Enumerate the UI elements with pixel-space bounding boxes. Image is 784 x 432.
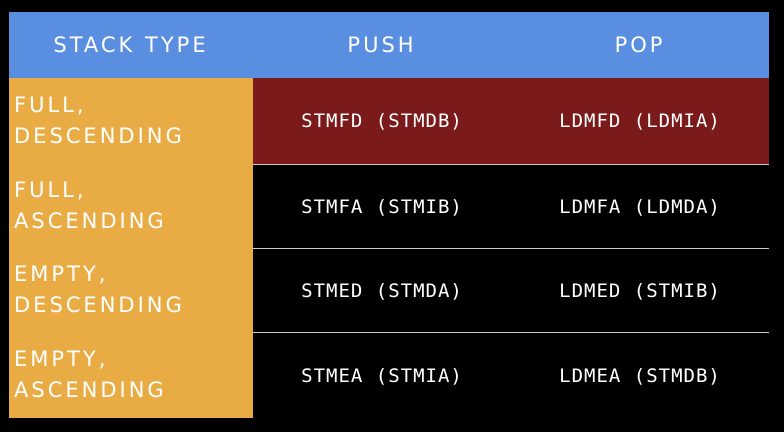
row-full-descending-type: FULL, DESCENDING — [9, 78, 253, 164]
row-empty-ascending-type: EMPTY, ASCENDING — [9, 332, 253, 418]
row-full-ascending-type: FULL, ASCENDING — [9, 164, 253, 248]
row-full-descending-pop: LDMFD (LDMIA) — [511, 78, 769, 164]
type-line1: EMPTY, — [14, 347, 109, 371]
type-line1: FULL, — [14, 93, 87, 117]
type-line1: EMPTY, — [14, 262, 109, 286]
stack-instructions-table: STACK TYPE PUSH POP FULL, DESCENDING STM… — [9, 12, 769, 418]
header-stack-type: STACK TYPE — [9, 12, 253, 78]
type-line2: ASCENDING — [14, 209, 167, 233]
row-empty-ascending-push: STMEA (STMIA) — [253, 332, 511, 418]
header-pop: POP — [511, 12, 769, 78]
header-push: PUSH — [253, 12, 511, 78]
row-empty-descending-push: STMED (STMDA) — [253, 248, 511, 332]
row-empty-ascending-pop: LDMEA (STMDB) — [511, 332, 769, 418]
row-full-descending-push: STMFD (STMDB) — [253, 78, 511, 164]
row-empty-descending-pop: LDMED (STMIB) — [511, 248, 769, 332]
type-line1: FULL, — [14, 178, 87, 202]
row-empty-descending-type: EMPTY, DESCENDING — [9, 248, 253, 332]
type-line2: ASCENDING — [14, 378, 167, 402]
row-full-ascending-pop: LDMFA (LDMDA) — [511, 164, 769, 248]
row-full-ascending-push: STMFA (STMIB) — [253, 164, 511, 248]
type-line2: DESCENDING — [14, 124, 185, 148]
type-line2: DESCENDING — [14, 293, 185, 317]
